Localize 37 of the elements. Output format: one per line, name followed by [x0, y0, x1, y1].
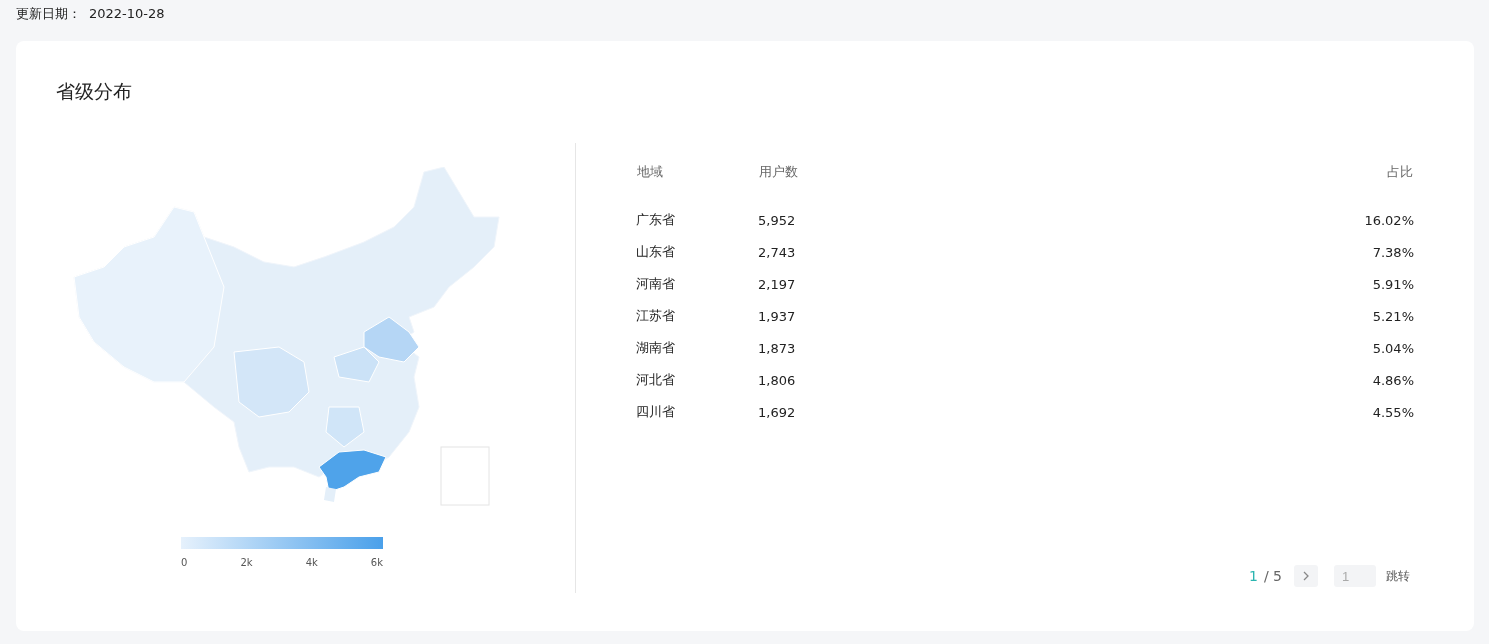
table-cell-text: 1,937 — [758, 307, 797, 326]
column-header: 地域 — [636, 163, 664, 181]
column-header: 占比 — [1386, 163, 1414, 181]
table-cell-text: 2,743 — [758, 243, 797, 262]
table-cell-text: 4.55% — [1371, 403, 1414, 422]
table-cell-text: 广东省 — [636, 211, 676, 229]
table-cell-text: 1,692 — [758, 403, 797, 422]
table-cell-text: 4.86% — [1371, 371, 1414, 390]
legend-tick: 4k — [305, 557, 318, 568]
table-cell-text: 16.02% — [1363, 211, 1414, 230]
table-cell-text: 7.38% — [1371, 243, 1414, 262]
table-cell: 河南省 — [636, 268, 758, 300]
table-cell-text: 5,952 — [758, 211, 797, 230]
current-page: 1 — [1249, 568, 1258, 584]
table-cell-text: 1,873 — [758, 339, 797, 358]
jump-button[interactable]: 跳转 — [1382, 567, 1414, 585]
next-page-button[interactable] — [1294, 565, 1318, 587]
table-cell-text: 5.04% — [1371, 339, 1414, 358]
column-header: 用户数 — [758, 163, 799, 181]
update-date: 2022-10-28 — [89, 6, 165, 21]
table-cell-text: 四川省 — [636, 403, 676, 421]
table-cell-text: 江苏省 — [636, 307, 676, 325]
card-title: 省级分布 — [56, 79, 133, 104]
page-input-field[interactable]: 1 — [1334, 565, 1376, 587]
legend-tick: 2k — [240, 557, 253, 568]
table-cell-text: 5.91% — [1371, 275, 1414, 294]
table-cell: 山东省 — [636, 236, 758, 268]
total-pages: / 5 — [1263, 568, 1282, 584]
chevron-right-icon — [1302, 571, 1310, 581]
table-cell-text: 2,197 — [758, 275, 797, 294]
legend-tick: 6k — [370, 557, 383, 568]
table-cell-text: 河北省 — [636, 371, 676, 389]
table-cell-text: 1,806 — [758, 371, 797, 390]
table-cell-text: 湖南省 — [636, 339, 676, 357]
table-cell-text: 5.21% — [1371, 307, 1414, 326]
legend-tick: 0 — [181, 557, 188, 568]
update-label: 更新日期： — [16, 6, 81, 21]
